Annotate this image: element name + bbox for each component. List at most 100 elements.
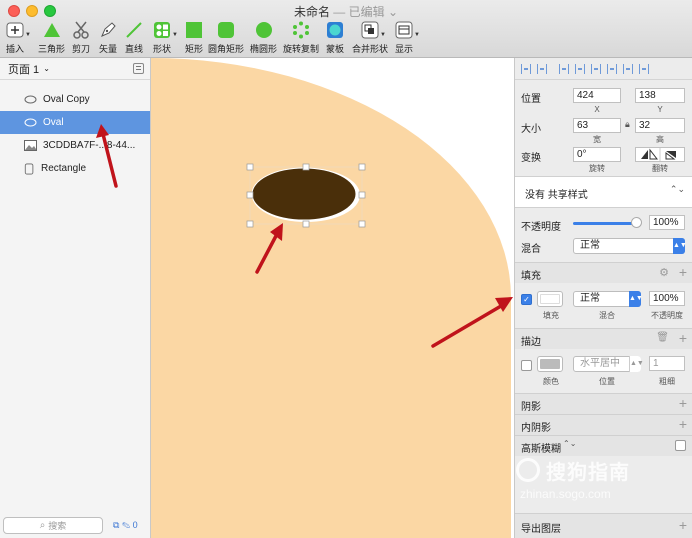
rectangle-button[interactable]: 矩形 [184, 20, 204, 56]
position-x-field[interactable]: 424 [573, 88, 621, 103]
line-button[interactable]: 直线 [124, 20, 144, 56]
lock-icon[interactable]: 🔒︎ [625, 119, 630, 130]
position-y-field[interactable]: 138 [635, 88, 685, 103]
add-fill-plus-icon[interactable]: + [679, 265, 687, 279]
shape-button[interactable]: ▼ 形状 [152, 20, 178, 56]
scissors-label: 剪刀 [71, 44, 90, 54]
image-layer-icon [24, 140, 37, 151]
display-button[interactable]: ▼ 显示 [394, 20, 420, 56]
filter-count: 0 [132, 520, 138, 530]
border-section-header: 描边 🗑︎ + [515, 328, 692, 349]
add-shadow-plus-icon[interactable]: + [679, 396, 687, 410]
scissors-icon [71, 20, 91, 40]
layer-item-oval[interactable]: Oval [0, 111, 150, 134]
border-color-swatch[interactable] [537, 356, 563, 372]
layer-item-image[interactable]: 3CDDBA7F-...8-44... [0, 134, 150, 157]
mask-icon [325, 20, 345, 40]
transform-label: 变换 [521, 153, 541, 164]
border-thickness-sublabel: 粗细 [659, 377, 675, 386]
triangle-button[interactable]: 三角形 [38, 20, 65, 56]
trash-icon[interactable]: 🗑︎ [656, 332, 669, 343]
layer-name: Rectangle [41, 163, 87, 174]
border-color-sublabel: 颜色 [543, 377, 559, 386]
edited-status: — 已编辑 [333, 5, 385, 19]
add-inner-shadow-plus-icon[interactable]: + [679, 417, 687, 431]
search-placeholder: 搜索 [48, 521, 67, 531]
border-position-sublabel: 位置 [599, 377, 615, 386]
oval-button[interactable]: 椭圆形 [250, 20, 277, 56]
rotate-copy-button[interactable]: 旋转复制 [283, 20, 319, 56]
up-down-chevron-icon: ⌃⌄ [669, 184, 685, 194]
up-down-chevron-icon: ▲▼ [629, 291, 643, 307]
add-export-plus-icon[interactable]: + [679, 518, 687, 532]
layer-search-input[interactable]: ⌕ 搜索 [3, 517, 103, 534]
shadow-section-header: 阴影 + [515, 393, 692, 414]
oval-layer-icon [24, 95, 37, 104]
flip-buttons[interactable] [635, 147, 685, 162]
border-thickness-field[interactable]: 1 [649, 356, 685, 371]
blend-mode-select[interactable]: 正常 ▲▼ [573, 238, 687, 254]
canvas[interactable] [151, 58, 514, 538]
align-right-icon[interactable] [591, 63, 601, 74]
up-down-chevron-icon: ⌃⌄ [563, 439, 577, 448]
gaussian-blur-checkbox[interactable] [675, 440, 686, 451]
align-middle-icon[interactable] [623, 63, 633, 74]
distribute-horizontal-icon[interactable] [521, 63, 531, 74]
opacity-slider-knob[interactable] [631, 217, 642, 228]
collapse-pages-icon[interactable] [133, 63, 144, 74]
search-icon: ⌕ [39, 520, 46, 531]
watermark-url: zhinan.sogo.com [520, 487, 611, 501]
insert-label: 插入 [5, 44, 24, 54]
gaussian-blur-section-header[interactable]: 高斯模糊 ⌃⌄ [515, 435, 692, 456]
add-border-plus-icon[interactable]: + [679, 331, 687, 345]
shared-style-selector[interactable]: 没有 共享样式 ⌃⌄ [515, 177, 692, 207]
distribute-vertical-icon[interactable] [537, 63, 547, 74]
page-selector[interactable]: 页面 1 ⌄ [0, 58, 150, 80]
width-field[interactable]: 63 [573, 118, 621, 133]
height-field[interactable]: 32 [635, 118, 685, 133]
brush-icon[interactable]: ✎ [122, 520, 130, 530]
rotation-field[interactable]: 0° [573, 147, 621, 162]
fill-color-swatch[interactable] [537, 291, 563, 307]
rotation-sublabel: 旋转 [589, 164, 605, 173]
document-name: 未命名 [293, 5, 330, 19]
border-enabled-checkbox[interactable] [521, 360, 532, 371]
rectangle-layer-icon [24, 163, 34, 174]
oval-shape[interactable] [251, 167, 357, 221]
flip-sublabel: 翻转 [652, 164, 668, 173]
mask-button[interactable]: 蒙板 [325, 20, 345, 56]
fill-blend-select[interactable]: 正常 ▲▼ [573, 291, 643, 307]
watermark-logo [516, 458, 540, 482]
fill-enabled-checkbox[interactable]: ✓ [521, 294, 532, 305]
align-bottom-icon[interactable] [639, 63, 649, 74]
rectangle-label: 矩形 [184, 44, 203, 54]
align-top-icon[interactable] [607, 63, 617, 74]
insert-button[interactable]: ▼ 插入 [5, 20, 31, 56]
chevron-down-icon: ⌄ [43, 64, 50, 73]
opacity-slider[interactable] [573, 222, 639, 225]
fill-opacity-field[interactable]: 100% [649, 291, 685, 306]
layer-item-oval-copy[interactable]: Oval Copy [0, 88, 150, 111]
vector-label: 矢量 [98, 44, 117, 54]
copy-icon[interactable]: ⧉ [113, 520, 119, 530]
gear-icon[interactable]: ⚙ [659, 266, 669, 279]
oval-layer-icon [24, 118, 37, 127]
vector-button[interactable]: 矢量 [98, 20, 118, 56]
combine-shapes-button[interactable]: ▼ 合并形状 [352, 20, 388, 56]
combine-shapes-label: 合并形状 [352, 44, 389, 54]
layer-filter-controls[interactable]: ⧉ ✎ 0 [113, 520, 138, 531]
opacity-field[interactable]: 100% [649, 215, 685, 230]
triangle-label: 三角形 [38, 44, 66, 54]
scissors-button[interactable]: 剪刀 [71, 20, 91, 56]
chevron-down-icon[interactable]: ⌄ [388, 5, 398, 19]
align-left-icon[interactable] [559, 63, 569, 74]
position-label: 位置 [521, 94, 541, 105]
fill-blend-value: 正常 [580, 293, 600, 304]
fill-section-header: 填充 ⚙ + [515, 262, 692, 283]
toolbar: ▼ 插入 三角形 剪刀 矢量 直线 ▼ 形状 矩形 圆角矩形 椭圆形 旋转复制 … [0, 20, 692, 56]
align-center-icon[interactable] [575, 63, 585, 74]
rounded-rectangle-button[interactable]: 圆角矩形 [208, 20, 244, 56]
border-position-select[interactable]: 水平居中 ▲▼ [573, 356, 644, 372]
plus-icon: ▼ [5, 20, 31, 40]
layer-item-rectangle[interactable]: Rectangle [0, 157, 150, 180]
